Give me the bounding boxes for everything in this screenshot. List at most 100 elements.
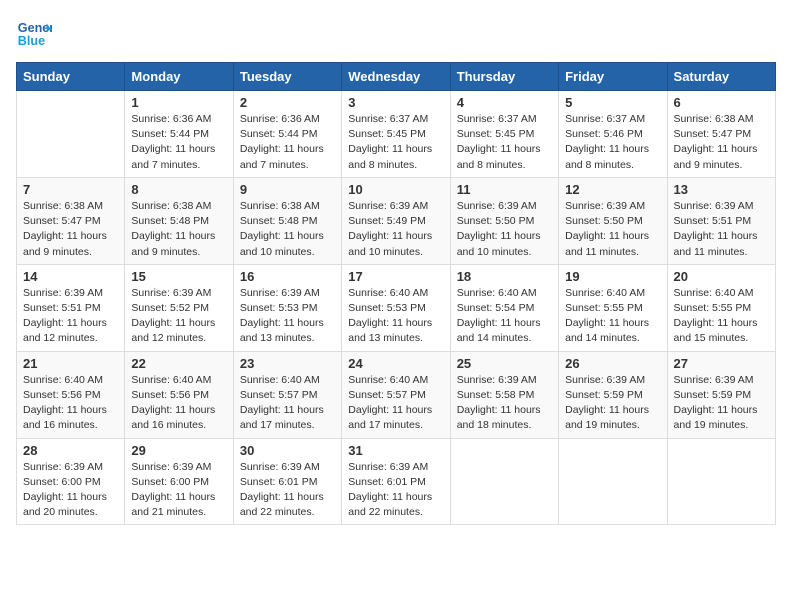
weekday-header-sunday: Sunday — [17, 63, 125, 91]
day-number: 21 — [23, 356, 118, 371]
calendar-cell: 15 Sunrise: 6:39 AMSunset: 5:52 PMDayligh… — [125, 264, 233, 351]
calendar-cell: 27 Sunrise: 6:39 AMSunset: 5:59 PMDayligh… — [667, 351, 775, 438]
calendar-cell: 4Sunrise: 6:37 AMSunset: 5:45 PMDaylight… — [450, 91, 558, 178]
calendar-cell: 19Sunrise: 6:40 AMSunset: 5:55 PMDayligh… — [559, 264, 667, 351]
weekday-header-tuesday: Tuesday — [233, 63, 341, 91]
day-number: 22 — [131, 356, 226, 371]
day-info: Sunrise: 6:40 AMSunset: 5:53 PMDaylight:… — [348, 286, 443, 347]
week-row-3: 14 Sunrise: 6:39 AMSunset: 5:51 PMDayligh… — [17, 264, 776, 351]
day-number: 27 — [674, 356, 769, 371]
calendar-cell: 7 Sunrise: 6:38 AMSunset: 5:47 PMDaylight… — [17, 177, 125, 264]
weekday-header-wednesday: Wednesday — [342, 63, 450, 91]
calendar-cell: 22 Sunrise: 6:40 AMSunset: 5:56 PMDayligh… — [125, 351, 233, 438]
svg-text:Blue: Blue — [18, 34, 45, 48]
day-number: 3 — [348, 95, 443, 110]
day-info: Sunrise: 6:36 AMSunset: 5:44 PMDaylight:… — [240, 112, 335, 173]
day-number: 7 — [23, 182, 118, 197]
day-number: 18 — [457, 269, 552, 284]
calendar-cell: 5 Sunrise: 6:37 AMSunset: 5:46 PMDaylight… — [559, 91, 667, 178]
day-info: Sunrise: 6:39 AMSunset: 6:01 PMDaylight:… — [240, 460, 335, 521]
day-number: 11 — [457, 182, 552, 197]
week-row-5: 28 Sunrise: 6:39 AMSunset: 6:00 PMDayligh… — [17, 438, 776, 525]
calendar-cell: 30 Sunrise: 6:39 AMSunset: 6:01 PMDayligh… — [233, 438, 341, 525]
day-info: Sunrise: 6:37 AMSunset: 5:45 PMDaylight:… — [348, 112, 443, 173]
day-info: Sunrise: 6:39 AMSunset: 5:49 PMDaylight:… — [348, 199, 443, 260]
day-number: 31 — [348, 443, 443, 458]
day-info: Sunrise: 6:39 AMSunset: 5:51 PMDaylight:… — [674, 199, 769, 260]
calendar-cell: 1Sunrise: 6:36 AMSunset: 5:44 PMDaylight… — [125, 91, 233, 178]
calendar-cell: 20Sunrise: 6:40 AMSunset: 5:55 PMDayligh… — [667, 264, 775, 351]
calendar-cell: 16 Sunrise: 6:39 AMSunset: 5:53 PMDayligh… — [233, 264, 341, 351]
calendar-cell: 29Sunrise: 6:39 AMSunset: 6:00 PMDayligh… — [125, 438, 233, 525]
day-info: Sunrise: 6:40 AMSunset: 5:57 PMDaylight:… — [348, 373, 443, 434]
weekday-header-friday: Friday — [559, 63, 667, 91]
week-row-1: 1Sunrise: 6:36 AMSunset: 5:44 PMDaylight… — [17, 91, 776, 178]
day-info: Sunrise: 6:37 AMSunset: 5:46 PMDaylight:… — [565, 112, 660, 173]
page-header: General Blue — [16, 16, 776, 52]
day-info: Sunrise: 6:39 AMSunset: 5:59 PMDaylight:… — [674, 373, 769, 434]
day-number: 24 — [348, 356, 443, 371]
day-info: Sunrise: 6:39 AMSunset: 5:50 PMDaylight:… — [565, 199, 660, 260]
day-info: Sunrise: 6:40 AMSunset: 5:57 PMDaylight:… — [240, 373, 335, 434]
day-number: 10 — [348, 182, 443, 197]
day-number: 25 — [457, 356, 552, 371]
day-number: 9 — [240, 182, 335, 197]
day-info: Sunrise: 6:38 AMSunset: 5:47 PMDaylight:… — [674, 112, 769, 173]
calendar-cell — [667, 438, 775, 525]
day-number: 26 — [565, 356, 660, 371]
calendar-cell: 6 Sunrise: 6:38 AMSunset: 5:47 PMDaylight… — [667, 91, 775, 178]
day-info: Sunrise: 6:40 AMSunset: 5:55 PMDaylight:… — [674, 286, 769, 347]
day-number: 23 — [240, 356, 335, 371]
day-info: Sunrise: 6:36 AMSunset: 5:44 PMDaylight:… — [131, 112, 226, 173]
calendar-cell: 10 Sunrise: 6:39 AMSunset: 5:49 PMDayligh… — [342, 177, 450, 264]
day-info: Sunrise: 6:39 AMSunset: 5:58 PMDaylight:… — [457, 373, 552, 434]
day-info: Sunrise: 6:40 AMSunset: 5:54 PMDaylight:… — [457, 286, 552, 347]
calendar-cell: 2Sunrise: 6:36 AMSunset: 5:44 PMDaylight… — [233, 91, 341, 178]
day-number: 19 — [565, 269, 660, 284]
day-info: Sunrise: 6:38 AMSunset: 5:48 PMDaylight:… — [240, 199, 335, 260]
logo: General Blue — [16, 16, 52, 52]
week-row-4: 21 Sunrise: 6:40 AMSunset: 5:56 PMDayligh… — [17, 351, 776, 438]
day-info: Sunrise: 6:38 AMSunset: 5:47 PMDaylight:… — [23, 199, 118, 260]
calendar-cell: 31Sunrise: 6:39 AMSunset: 6:01 PMDayligh… — [342, 438, 450, 525]
day-number: 16 — [240, 269, 335, 284]
day-number: 5 — [565, 95, 660, 110]
day-info: Sunrise: 6:40 AMSunset: 5:56 PMDaylight:… — [23, 373, 118, 434]
calendar-cell: 11 Sunrise: 6:39 AMSunset: 5:50 PMDayligh… — [450, 177, 558, 264]
calendar-body: 1Sunrise: 6:36 AMSunset: 5:44 PMDaylight… — [17, 91, 776, 525]
day-info: Sunrise: 6:38 AMSunset: 5:48 PMDaylight:… — [131, 199, 226, 260]
calendar-cell: 13Sunrise: 6:39 AMSunset: 5:51 PMDayligh… — [667, 177, 775, 264]
day-info: Sunrise: 6:37 AMSunset: 5:45 PMDaylight:… — [457, 112, 552, 173]
calendar-cell — [450, 438, 558, 525]
day-info: Sunrise: 6:39 AMSunset: 5:53 PMDaylight:… — [240, 286, 335, 347]
calendar-cell: 14 Sunrise: 6:39 AMSunset: 5:51 PMDayligh… — [17, 264, 125, 351]
logo-icon: General Blue — [16, 16, 52, 52]
day-info: Sunrise: 6:39 AMSunset: 5:51 PMDaylight:… — [23, 286, 118, 347]
day-number: 12 — [565, 182, 660, 197]
calendar-cell: 12 Sunrise: 6:39 AMSunset: 5:50 PMDayligh… — [559, 177, 667, 264]
calendar-cell — [559, 438, 667, 525]
weekday-header-monday: Monday — [125, 63, 233, 91]
calendar-cell — [17, 91, 125, 178]
day-info: Sunrise: 6:39 AMSunset: 5:50 PMDaylight:… — [457, 199, 552, 260]
day-info: Sunrise: 6:39 AMSunset: 6:00 PMDaylight:… — [23, 460, 118, 521]
day-info: Sunrise: 6:40 AMSunset: 5:56 PMDaylight:… — [131, 373, 226, 434]
calendar-cell: 18 Sunrise: 6:40 AMSunset: 5:54 PMDayligh… — [450, 264, 558, 351]
day-info: Sunrise: 6:39 AMSunset: 6:00 PMDaylight:… — [131, 460, 226, 521]
day-info: Sunrise: 6:39 AMSunset: 5:59 PMDaylight:… — [565, 373, 660, 434]
day-number: 8 — [131, 182, 226, 197]
calendar-cell: 28 Sunrise: 6:39 AMSunset: 6:00 PMDayligh… — [17, 438, 125, 525]
calendar-cell: 25 Sunrise: 6:39 AMSunset: 5:58 PMDayligh… — [450, 351, 558, 438]
day-number: 30 — [240, 443, 335, 458]
calendar-cell: 17Sunrise: 6:40 AMSunset: 5:53 PMDayligh… — [342, 264, 450, 351]
calendar-cell: 21 Sunrise: 6:40 AMSunset: 5:56 PMDayligh… — [17, 351, 125, 438]
calendar-cell: 24 Sunrise: 6:40 AMSunset: 5:57 PMDayligh… — [342, 351, 450, 438]
week-row-2: 7 Sunrise: 6:38 AMSunset: 5:47 PMDaylight… — [17, 177, 776, 264]
weekday-header-row: SundayMondayTuesdayWednesdayThursdayFrid… — [17, 63, 776, 91]
day-info: Sunrise: 6:39 AMSunset: 5:52 PMDaylight:… — [131, 286, 226, 347]
day-number: 6 — [674, 95, 769, 110]
day-number: 28 — [23, 443, 118, 458]
day-number: 15 — [131, 269, 226, 284]
calendar-cell: 8 Sunrise: 6:38 AMSunset: 5:48 PMDaylight… — [125, 177, 233, 264]
day-number: 14 — [23, 269, 118, 284]
